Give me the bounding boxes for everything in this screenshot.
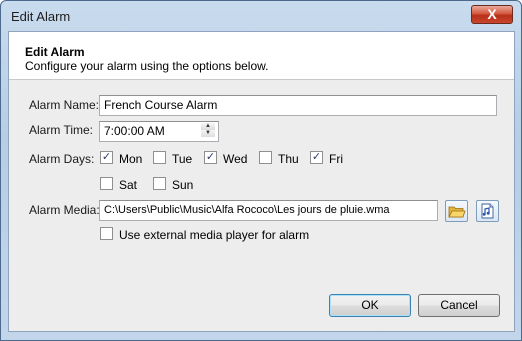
day-label-wed: Wed: [223, 152, 248, 166]
preview-media-button[interactable]: [476, 200, 499, 222]
cancel-button[interactable]: Cancel: [418, 294, 500, 317]
header-subtitle: Configure your alarm using the options b…: [25, 59, 269, 73]
alarm-time-label: Alarm Time:: [29, 123, 94, 137]
day-checkbox-tue[interactable]: [153, 151, 166, 164]
window-title: Edit Alarm: [11, 9, 71, 24]
external-player-label: Use external media player for alarm: [119, 228, 310, 242]
alarm-media-value: C:\Users\Public\Music\Alfa Rococo\Les jo…: [104, 204, 390, 216]
media-file-icon: [481, 203, 494, 219]
day-checkbox-fri[interactable]: ✓: [310, 151, 323, 164]
folder-open-icon: [448, 206, 466, 218]
alarm-name-label: Alarm Name:: [29, 98, 100, 112]
day-checkbox-sun[interactable]: [153, 177, 166, 190]
close-button[interactable]: X: [471, 5, 513, 24]
alarm-name-input[interactable]: French Course Alarm: [99, 95, 497, 116]
day-checkbox-thu[interactable]: [259, 151, 272, 164]
spin-up-icon[interactable]: ▲: [201, 123, 215, 130]
dialog-header: Edit Alarm Configure your alarm using th…: [9, 32, 514, 80]
day-checkbox-wed[interactable]: ✓: [204, 151, 217, 164]
browse-media-button[interactable]: [445, 200, 468, 222]
title-bar[interactable]: Edit Alarm X: [1, 1, 521, 31]
day-label-sun: Sun: [172, 178, 194, 192]
cancel-button-label: Cancel: [440, 298, 478, 312]
alarm-days-label: Alarm Days:: [29, 152, 95, 166]
dialog-body: Edit Alarm Configure your alarm using th…: [8, 31, 515, 332]
day-label-mon: Mon: [119, 152, 143, 166]
day-label-tue: Tue: [172, 152, 193, 166]
alarm-media-label: Alarm Media:: [29, 203, 100, 217]
alarm-name-value: French Course Alarm: [104, 98, 218, 112]
ok-button[interactable]: OK: [329, 294, 411, 317]
header-title: Edit Alarm: [25, 45, 85, 59]
time-spinner[interactable]: ▲ ▼: [201, 123, 216, 139]
day-label-thu: Thu: [278, 152, 299, 166]
day-label-fri: Fri: [329, 152, 343, 166]
ok-button-label: OK: [361, 298, 379, 312]
spin-down-icon[interactable]: ▼: [201, 130, 215, 137]
day-label-sat: Sat: [119, 178, 138, 192]
close-icon: X: [487, 6, 497, 22]
day-checkbox-mon[interactable]: ✓: [100, 151, 113, 164]
day-checkbox-sat[interactable]: [100, 177, 113, 190]
edit-alarm-window: Edit Alarm X Edit Alarm Configure your a…: [0, 0, 522, 341]
external-player-checkbox[interactable]: [100, 227, 113, 240]
alarm-media-input[interactable]: C:\Users\Public\Music\Alfa Rococo\Les jo…: [99, 200, 438, 221]
alarm-time-value: 7:00:00 AM: [104, 124, 165, 138]
